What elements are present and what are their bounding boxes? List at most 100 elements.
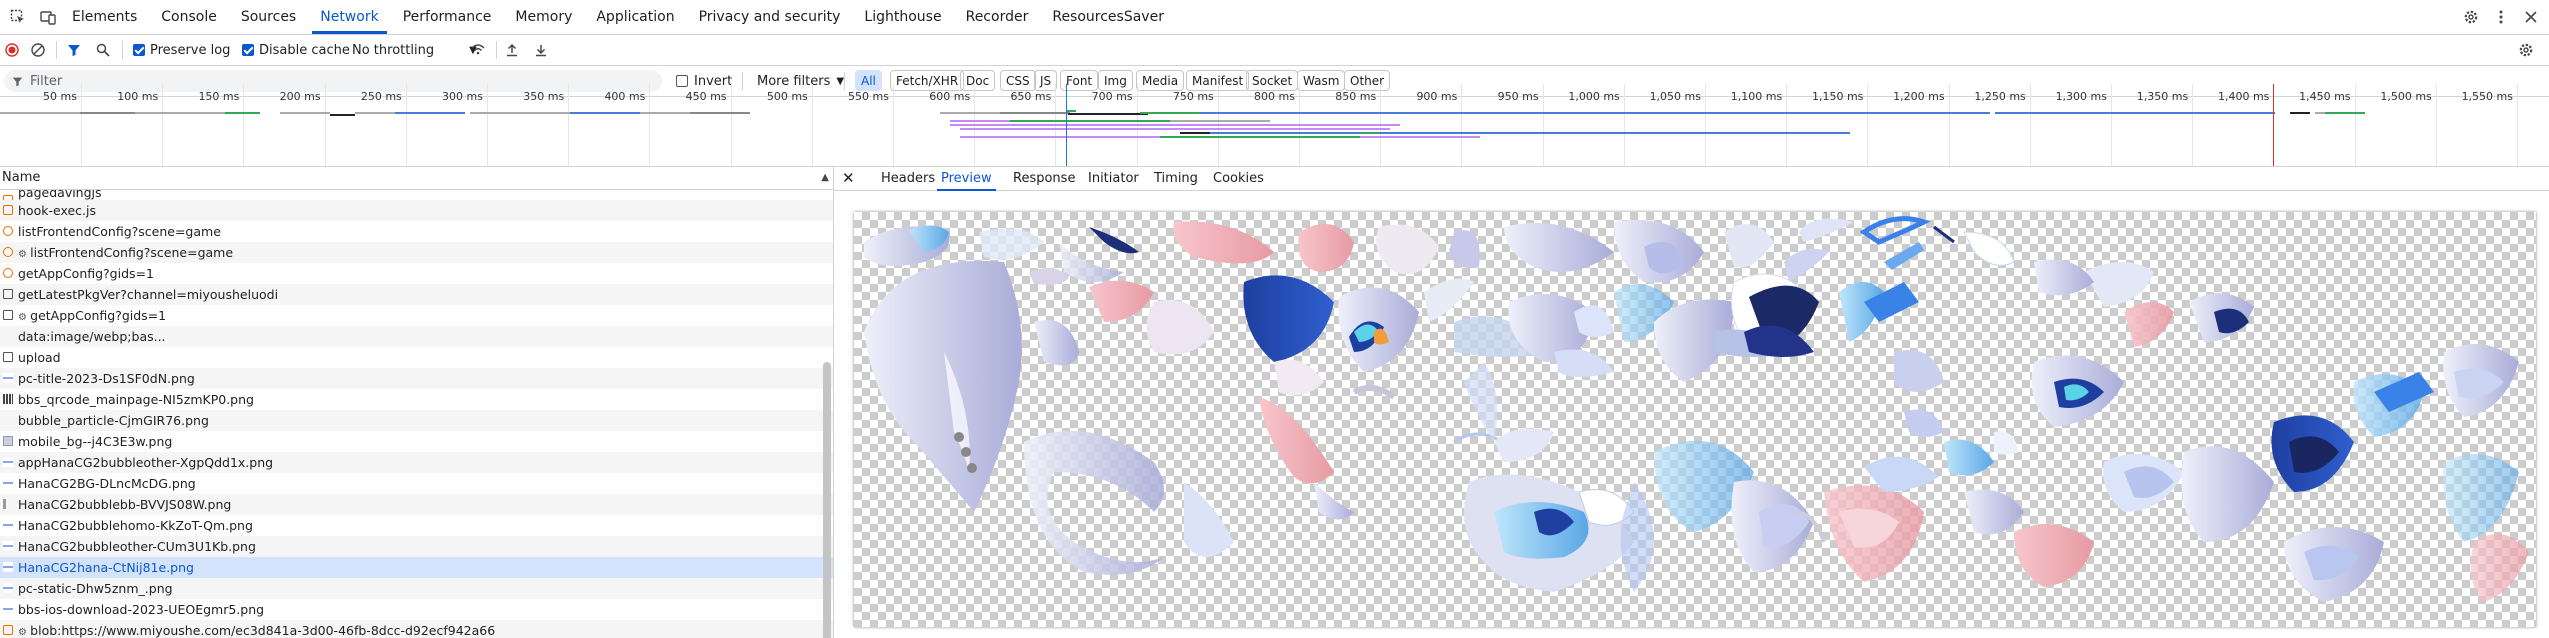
tab-memory[interactable]: Memory [503, 0, 584, 34]
request-row[interactable]: listFrontendConfig?scene=game [0, 221, 833, 242]
timeline-request-bar [2290, 112, 2310, 114]
timeline-tick-label: 200 ms [279, 90, 321, 103]
request-row[interactable]: bbs_qrcode_mainpage-NI5zmKP0.png [0, 389, 833, 410]
request-row[interactable]: pagedavingjs [0, 190, 833, 200]
request-row[interactable]: data:image/webp;bas... [0, 326, 833, 347]
export-har-button[interactable] [534, 35, 548, 65]
tab-console[interactable]: Console [149, 0, 229, 34]
request-row[interactable]: mobile_bg--j4C3E3w.png [0, 431, 833, 452]
close-detail-icon[interactable]: ✕ [842, 167, 855, 190]
timeline-tick-label: 1,150 ms [1811, 90, 1864, 103]
detail-tab-response[interactable]: Response [1013, 167, 1075, 190]
tab-network[interactable]: Network [308, 0, 390, 34]
network-conditions-button[interactable] [470, 35, 486, 65]
request-row[interactable]: getAppConfig?gids=1 [0, 263, 833, 284]
request-row[interactable]: HanaCG2BG-DLncMcDG.png [0, 473, 833, 494]
request-list-scrollbar[interactable] [823, 197, 831, 638]
timeline-request-bar [950, 124, 1400, 126]
request-row[interactable]: ⚙ blob:https://www.miyoushe.com/ec3d841a… [0, 620, 833, 638]
record-button[interactable] [4, 35, 20, 65]
timeline-request-bar [395, 112, 465, 114]
img-resource-icon [3, 457, 13, 467]
search-button[interactable] [96, 35, 110, 65]
timeline-tick-label: 150 ms [198, 90, 240, 103]
timeline-gridline [649, 84, 651, 166]
timeline-tick-label: 1,050 ms [1649, 90, 1701, 103]
device-toolbar-icon[interactable] [38, 7, 58, 27]
timeline-request-bar [690, 112, 750, 114]
request-row[interactable]: HanaCG2bubblehomo-KkZoT-Qm.png [0, 515, 833, 536]
network-settings-button[interactable] [2518, 35, 2534, 65]
preserve-log-label: Preserve log [150, 42, 231, 58]
request-row[interactable]: appHanaCG2bubbleother-XgpQdd1x.png [0, 452, 833, 473]
tab-sources[interactable]: Sources [229, 0, 308, 34]
detail-tab-headers[interactable]: Headers [881, 167, 935, 190]
doc-resource-icon [3, 289, 13, 299]
import-har-button[interactable] [505, 35, 519, 65]
request-row[interactable]: upload [0, 347, 833, 368]
request-row[interactable]: getLatestPkgVer?channel=miyousheluodi [0, 284, 833, 305]
timeline-gridline [568, 84, 570, 166]
request-row[interactable]: ⚙ listFrontendConfig?scene=game [0, 242, 833, 263]
request-name: hook-exec.js [18, 203, 96, 218]
throttling-select[interactable]: No throttling ▼ [352, 35, 477, 65]
tab-privacy-and-security[interactable]: Privacy and security [687, 0, 853, 34]
scrollbar-thumb[interactable] [823, 362, 831, 638]
timeline-tick-label: 650 ms [1010, 90, 1052, 103]
timeline-gridline [1542, 84, 1544, 166]
clear-button[interactable] [30, 35, 46, 65]
timeline-tick-label: 700 ms [1091, 90, 1133, 103]
tab-lighthouse[interactable]: Lighthouse [852, 0, 953, 34]
timeline-tick-label: 550 ms [848, 90, 889, 103]
checkbox-checked [133, 44, 145, 56]
timeline-tick-label: 1,100 ms [1730, 90, 1783, 103]
request-row[interactable]: bbs-ios-download-2023-UEOEgmr5.png [0, 599, 833, 620]
timeline-gridline [1786, 84, 1788, 166]
timeline-gridline [2354, 84, 2356, 166]
tab-recorder[interactable]: Recorder [954, 0, 1041, 34]
request-row[interactable]: bubble_particle-CjmGIR76.png [0, 410, 833, 431]
close-devtools-icon[interactable] [2521, 7, 2541, 27]
timeline-tick-label: 1,300 ms [2055, 90, 2107, 103]
request-row[interactable]: hook-exec.js [0, 200, 833, 221]
request-row[interactable]: pc-title-2023-Ds1SF0dN.png [0, 368, 833, 389]
timeline-gridline [2029, 84, 2031, 166]
name-header-label: Name [2, 170, 41, 185]
timeline-tick-label: 350 ms [523, 90, 565, 103]
timeline-gridline [162, 84, 164, 166]
timeline-request-bar [1140, 112, 1200, 114]
img-resource-icon [3, 478, 13, 488]
detail-tab-timing[interactable]: Timing [1154, 167, 1198, 190]
tab-application[interactable]: Application [584, 0, 686, 34]
request-name: getAppConfig?gids=1 [18, 266, 154, 281]
detail-tab-preview[interactable]: Preview [937, 167, 996, 191]
network-overview-timeline[interactable]: 50 ms 100 ms 150 ms 200 ms 250 ms 300 ms 350 m… [0, 84, 2549, 167]
preserve-log-checkbox[interactable]: Preserve log [133, 35, 230, 65]
timeline-request-bar [1180, 132, 1210, 134]
request-row[interactable]: HanaCG2bubblebb-BVVJS08W.png [0, 494, 833, 515]
tab-performance[interactable]: Performance [391, 0, 504, 34]
timeline-gridline [1461, 84, 1463, 166]
timeline-tick-label: 750 ms [1172, 90, 1214, 103]
more-options-icon[interactable] [2491, 7, 2511, 27]
inspect-element-icon[interactable] [8, 7, 28, 27]
tab-resourcessaver[interactable]: ResourcesSaver [1040, 0, 1176, 34]
request-row[interactable]: ⚙ getAppConfig?gids=1 [0, 305, 833, 326]
tab-elements[interactable]: Elements [60, 0, 149, 34]
image-preview [854, 212, 2536, 627]
detail-tab-initiator[interactable]: Initiator [1088, 167, 1139, 190]
detail-tab-cookies[interactable]: Cookies [1213, 167, 1264, 190]
name-column-header[interactable]: Name ▲ [0, 167, 833, 190]
timeline-tick-label: 450 ms [685, 90, 727, 103]
gear-icon [2519, 43, 2533, 57]
request-name: HanaCG2bubbleother-CUm3U1Kb.png [18, 539, 256, 554]
request-row[interactable]: HanaCG2bubbleother-CUm3U1Kb.png [0, 536, 833, 557]
filter-toggle-button[interactable] [67, 35, 81, 65]
request-row[interactable]: pc-static-Dhw5znm_.png [0, 578, 833, 599]
request-row[interactable]: HanaCG2hana-CtNij81e.png [0, 557, 833, 578]
settings-gear-icon[interactable] [2461, 7, 2481, 27]
timeline-request-bar [1170, 120, 1270, 122]
disable-cache-checkbox[interactable]: Disable cache [242, 35, 350, 65]
timeline-request-bar [950, 120, 1010, 122]
timeline-request-bar [1380, 132, 1850, 134]
